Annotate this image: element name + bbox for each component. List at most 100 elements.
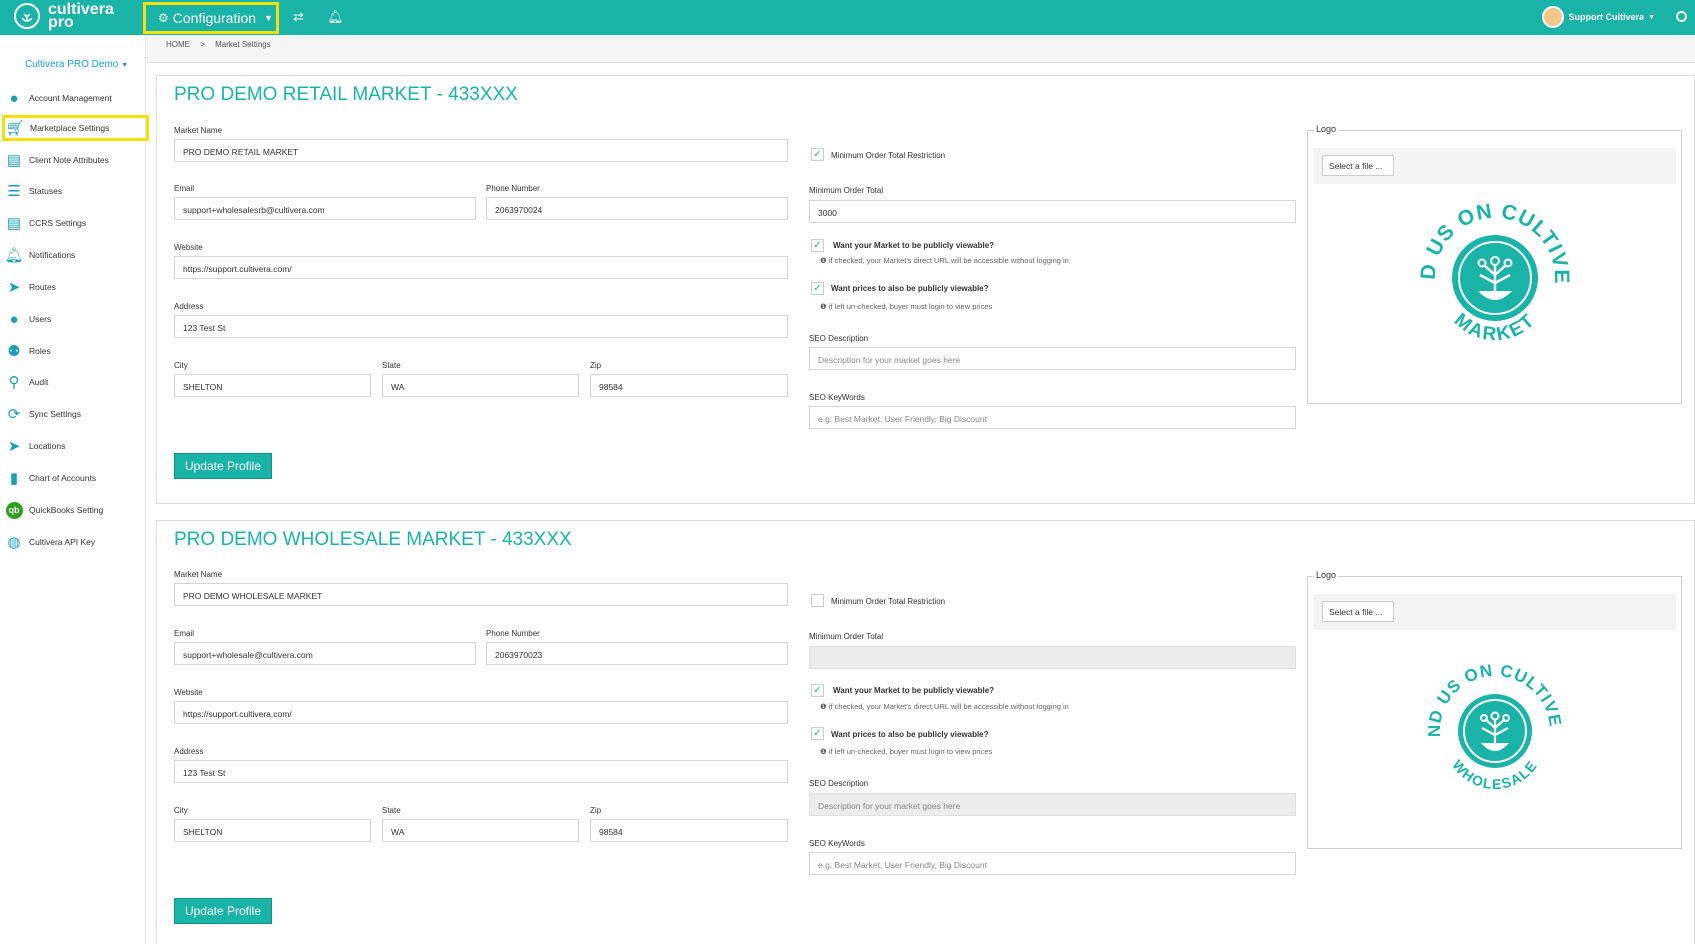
sidebar-item-cultivera-api-key[interactable]: ◍ Cultivera API Key	[4, 529, 146, 555]
phone-input[interactable]: 2063970023	[486, 642, 788, 665]
min-order-restriction-label: Minimum Order Total Restriction	[831, 151, 946, 160]
seo-description-label: SEO Description	[809, 779, 869, 788]
brand-mark-icon	[14, 3, 40, 29]
city-input[interactable]: SHELTON	[174, 819, 371, 842]
breadcrumb-home[interactable]: HOME	[166, 40, 190, 49]
list-icon: ☰	[7, 183, 21, 200]
address-input[interactable]: 123 Test St	[174, 315, 788, 338]
user-menu[interactable]: Support Cultivera ▼	[1541, 6, 1655, 28]
power-icon[interactable]	[1676, 11, 1687, 22]
city-input[interactable]: SHELTON	[174, 374, 371, 397]
address-input[interactable]: 123 Test St	[174, 760, 788, 783]
address-label: Address	[174, 302, 204, 311]
public-market-checkbox[interactable]: ✓	[811, 239, 824, 252]
phone-input[interactable]: 2063970024	[486, 197, 788, 220]
sidebar-item-label: Cultivera API Key	[29, 537, 96, 547]
market-name-input[interactable]: PRO DEMO WHOLESALE MARKET	[174, 583, 788, 606]
exchange-icon[interactable]: ⇄	[293, 9, 304, 25]
state-input[interactable]: WA	[382, 374, 579, 397]
public-market-checkbox[interactable]: ✓	[811, 684, 824, 697]
sidebar-item-marketplace-settings[interactable]: 🛒︎ Marketplace Settings	[2, 115, 149, 141]
email-input[interactable]: support+wholesalesrb@cultivera.com	[174, 197, 476, 220]
public-market-hint-text: if checked, your Market's direct URL wil…	[828, 256, 1069, 265]
sidebar-item-audit[interactable]: ⚲ Audit	[4, 369, 146, 395]
zip-input[interactable]: 98584	[590, 374, 788, 397]
sidebar-item-routes[interactable]: ➤ Routes	[4, 274, 146, 300]
email-input[interactable]: support+wholesale@cultivera.com	[174, 642, 476, 665]
sidebar-item-roles[interactable]: ⚉ Roles	[4, 338, 146, 364]
public-market-hint: ❶ if checked, your Market's direct URL w…	[820, 702, 1069, 711]
breadcrumb: HOME > Market Settings	[146, 35, 1695, 63]
state-input[interactable]: WA	[382, 819, 579, 842]
sidebar-item-users[interactable]: ● Users	[4, 306, 146, 332]
sidebar: Cultivera PRO Demo ▼ ● Account Management…	[0, 35, 149, 944]
book-icon: ▮	[9, 470, 19, 487]
public-prices-hint: ❶ if left un-checked, buyer must login t…	[820, 747, 992, 756]
bell-icon: 🔔︎	[4, 247, 24, 264]
seo-description-input[interactable]: Description for your market goes here	[809, 347, 1296, 370]
min-order-restriction-label: Minimum Order Total Restriction	[831, 597, 946, 606]
sidebar-item-locations[interactable]: ➤ Locations	[4, 433, 146, 459]
configuration-menu-button[interactable]: ⚙ Configuration ▼	[143, 2, 279, 34]
sidebar-item-notifications[interactable]: 🔔︎ Notifications	[4, 242, 146, 268]
sidebar-item-account-management[interactable]: ● Account Management	[4, 85, 146, 111]
update-profile-button[interactable]: Update Profile	[174, 453, 272, 479]
public-prices-checkbox[interactable]: ✓	[811, 282, 824, 295]
bell-icon[interactable]: 🔔︎	[327, 9, 344, 25]
sidebar-item-label: Account Management	[29, 93, 112, 103]
address-label: Address	[174, 747, 204, 756]
market-name-label: Market Name	[174, 570, 223, 579]
phone-label: Phone Number	[486, 629, 540, 638]
min-order-restriction-checkbox[interactable]: ✓	[811, 148, 824, 161]
sidebar-item-client-note-attributes[interactable]: ▤ Client Note Attributes	[4, 147, 146, 173]
sidebar-item-label: QuickBooks Setting	[29, 505, 104, 515]
sidebar-item-quickbooks-setting[interactable]: qb QuickBooks Setting	[4, 497, 146, 523]
public-market-label: Want your Market to be publicly viewable…	[833, 241, 995, 250]
public-market-hint-text: if checked, your Market's direct URL wil…	[828, 702, 1069, 711]
file-upload-area: Select a file ...	[1313, 594, 1676, 630]
min-order-total-input[interactable]: 3000	[809, 200, 1296, 223]
chevron-down-icon: ▼	[264, 13, 273, 23]
file-upload-area: Select a file ...	[1313, 148, 1676, 184]
public-market-label: Want your Market to be publicly viewable…	[833, 686, 995, 695]
find-us-on-cultivera-wholesale-seal: FIND US ON CULTIVERA WHOLESALE	[1423, 659, 1564, 792]
info-icon: ❶	[820, 302, 827, 311]
website-input[interactable]: https://support.cultivera.com/	[174, 256, 788, 279]
email-label: Email	[174, 629, 195, 638]
select-file-button[interactable]: Select a file ...	[1322, 601, 1394, 622]
state-label: State	[382, 361, 401, 370]
sidebar-item-label: Sync Settings	[29, 409, 81, 419]
seo-description-input: Description for your market goes here	[809, 793, 1296, 816]
org-selector[interactable]: Cultivera PRO Demo ▼	[25, 59, 128, 70]
update-profile-button[interactable]: Update Profile	[174, 898, 272, 924]
state-label: State	[382, 806, 401, 815]
panel-title: PRO DEMO RETAIL MARKET - 433XXX	[174, 84, 518, 105]
sidebar-item-chart-of-accounts[interactable]: ▮ Chart of Accounts	[4, 465, 146, 491]
panel-title: PRO DEMO WHOLESALE MARKET - 433XXX	[174, 529, 572, 550]
avatar	[1541, 6, 1564, 28]
market-name-input[interactable]: PRO DEMO RETAIL MARKET	[174, 139, 788, 162]
min-order-total-label: Minimum Order Total	[809, 632, 884, 641]
website-input[interactable]: https://support.cultivera.com/	[174, 701, 788, 724]
cart-icon: 🛒︎	[5, 120, 25, 137]
seo-keywords-input[interactable]: e.g: Best Market, User Friendly, Big Dis…	[809, 852, 1296, 875]
send-icon: ➤	[7, 438, 21, 455]
brand-logo[interactable]: cultivera pro	[14, 2, 114, 31]
quickbooks-icon: qb	[4, 500, 24, 520]
seo-description-label: SEO Description	[809, 334, 869, 343]
org-name: Cultivera PRO Demo	[25, 59, 119, 70]
seo-keywords-input[interactable]: e.g: Best Market, User Friendly, Big Dis…	[809, 406, 1296, 429]
select-file-button[interactable]: Select a file ...	[1322, 155, 1394, 176]
key-search-icon: ⚲	[8, 374, 20, 391]
sidebar-item-statuses[interactable]: ☰ Statuses	[4, 178, 146, 204]
sidebar-item-ccrs-settings[interactable]: ▤ CCRS Settings	[4, 210, 146, 236]
sidebar-item-sync-settings[interactable]: ⟳ Sync Settings	[4, 401, 146, 427]
min-order-restriction-checkbox[interactable]	[811, 594, 824, 607]
info-icon: ❶	[820, 256, 827, 265]
public-prices-checkbox[interactable]: ✓	[811, 727, 824, 740]
brand-name: cultivera pro	[48, 2, 114, 31]
chevron-down-icon: ▼	[1648, 13, 1655, 21]
zip-input[interactable]: 98584	[590, 819, 788, 842]
document-icon: ▤	[6, 152, 22, 169]
email-label: Email	[174, 184, 195, 193]
